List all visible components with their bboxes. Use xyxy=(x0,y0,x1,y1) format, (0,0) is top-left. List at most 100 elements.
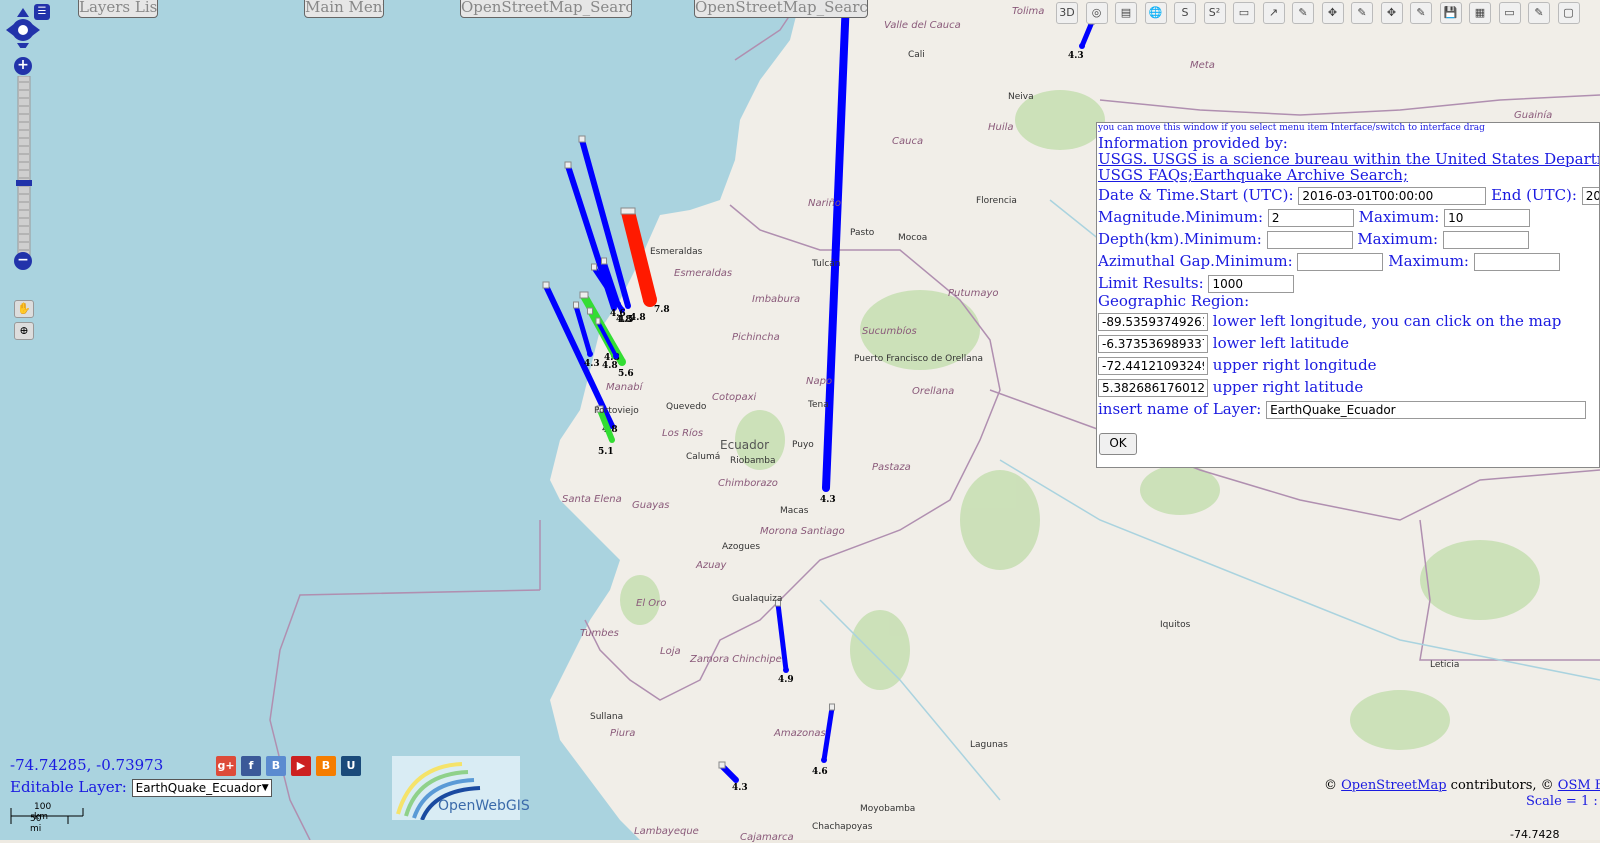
pencil-tool-icon[interactable]: ✎ xyxy=(1528,2,1550,24)
earthquake-column-cap xyxy=(564,161,572,169)
magnitude-max-input[interactable] xyxy=(1444,209,1531,227)
uservoice-icon[interactable]: U xyxy=(341,756,361,776)
print-tool-icon[interactable]: ▤ xyxy=(1115,2,1137,24)
3D-tool-icon[interactable]: 3D xyxy=(1056,2,1078,24)
place-label: Huila xyxy=(988,122,1014,133)
ll-lon-input[interactable] xyxy=(1098,313,1208,331)
date-end-input[interactable] xyxy=(1581,187,1599,205)
ok-button[interactable]: OK xyxy=(1099,433,1137,455)
editable-layer-select[interactable]: EarthQuake_Ecuador ▼ xyxy=(131,779,272,797)
edit-tool-icon[interactable]: ✎ xyxy=(1292,2,1314,24)
limit-label: Limit Results: xyxy=(1098,274,1204,292)
date-start-input[interactable] xyxy=(1298,187,1487,205)
place-label: Napo xyxy=(806,376,833,387)
osm-buildings-link[interactable]: OSM Building xyxy=(1558,778,1600,793)
openwebgis-logo[interactable]: OpenWebGIS xyxy=(392,756,530,820)
ll-lat-label: lower left latitude xyxy=(1212,334,1350,352)
target-tool-icon[interactable]: ◎ xyxy=(1085,2,1108,24)
osm-link[interactable]: OpenStreetMap xyxy=(1341,778,1446,793)
place-label: Leticia xyxy=(1430,660,1460,670)
earthquake-magnitude-label: 4.6 xyxy=(610,309,626,319)
select-tool-icon[interactable]: ▢ xyxy=(1557,2,1580,24)
S2-tool-icon[interactable]: S² xyxy=(1203,2,1226,24)
place-label: Guainía xyxy=(1514,110,1553,121)
place-label: Santa Elena xyxy=(562,494,622,505)
blogger-icon[interactable]: B xyxy=(316,756,336,776)
depth-max-input[interactable] xyxy=(1442,231,1529,249)
corner-coordinate: -74.7428 xyxy=(1510,828,1560,841)
layers-tool-icon[interactable]: ▦ xyxy=(1469,2,1491,24)
place-label: Iquitos xyxy=(1160,620,1191,630)
rect-tool-icon[interactable]: ▭ xyxy=(1498,2,1521,24)
azimuthal-min-input[interactable] xyxy=(1297,253,1384,271)
earthquake-magnitude-label: 4.9 xyxy=(778,675,794,685)
editable-layer-value: EarthQuake_Ecuador xyxy=(135,781,262,795)
earthquake-epicenter xyxy=(609,437,615,443)
place-label: Esmeraldas xyxy=(650,247,703,257)
azimuthal-min-label: Azimuthal Gap.Minimum: xyxy=(1098,252,1293,270)
place-label: Amazonas xyxy=(774,728,826,739)
earthquake-magnitude-label: 4.6 xyxy=(812,767,828,777)
place-label: Zamora Chinchipe xyxy=(690,654,782,665)
earthquake-column-cap xyxy=(579,291,589,299)
place-label: Esmeraldas xyxy=(674,268,733,279)
ll-lat-input[interactable] xyxy=(1098,335,1208,353)
path-tool-icon[interactable]: ↗ xyxy=(1262,2,1285,24)
earthquake-magnitude-label: 4.3 xyxy=(1068,51,1084,61)
move-tool-icon[interactable]: ✥ xyxy=(1321,2,1344,24)
earthquake-magnitude-label: 5.1 xyxy=(598,447,614,457)
layer-name-input[interactable] xyxy=(1266,401,1587,419)
osm-search-button-1[interactable]: OpenStreetMap_Search: xyxy=(460,0,632,18)
place-label: Lambayeque xyxy=(634,826,699,837)
chevron-down-icon: ▼ xyxy=(261,783,269,793)
zoom-out-button[interactable]: − xyxy=(14,252,32,270)
archive-search-link[interactable]: Earthquake Archive Search; xyxy=(1193,166,1408,184)
azimuthal-max-label: Maximum: xyxy=(1388,252,1469,270)
earthquake-epicenter xyxy=(587,351,593,357)
pan-hand-icon[interactable]: ✋ xyxy=(14,300,34,318)
pan-tool-icon[interactable]: ✥ xyxy=(1380,2,1403,24)
google-plus-icon[interactable]: g+ xyxy=(216,756,236,776)
zoom-in-button[interactable]: + xyxy=(14,57,32,75)
place-label: Chimborazo xyxy=(718,478,778,489)
place-label: Guayas xyxy=(632,500,670,511)
earthquake-magnitude-label: 4.8 xyxy=(602,361,618,371)
draw-tool-icon[interactable]: ✎ xyxy=(1351,2,1373,24)
zoom-slider[interactable] xyxy=(16,76,32,256)
earthquake-epicenter xyxy=(822,484,830,492)
main-menu-button[interactable]: Main Menu xyxy=(304,0,384,18)
osm-search-button-2[interactable]: OpenStreetMap_Search: xyxy=(694,0,868,18)
earthquake-column-cap xyxy=(578,135,586,143)
facebook-icon[interactable]: f xyxy=(241,756,261,776)
S-tool-icon[interactable]: S xyxy=(1174,2,1196,24)
zoom-box-icon[interactable]: ⊕ xyxy=(14,322,34,340)
earthquake-epicenter xyxy=(625,303,631,309)
place-label: Riobamba xyxy=(730,456,776,466)
blogger-b-icon[interactable]: B xyxy=(266,756,286,776)
place-label: Manabí xyxy=(606,382,643,393)
earthquake-column-cap xyxy=(829,703,835,711)
place-label: Lagunas xyxy=(970,740,1008,750)
usgs-query-panel[interactable]: you can move this window if you select m… xyxy=(1096,122,1600,468)
globe-tool-icon[interactable]: 🌐 xyxy=(1144,2,1167,24)
depth-max-label: Maximum: xyxy=(1357,230,1439,248)
place-label: Gualaquiza xyxy=(732,594,783,604)
earthquake-magnitude-label: 4.3 xyxy=(732,783,748,793)
usgs-faq-link[interactable]: USGS FAQs; xyxy=(1098,166,1193,184)
save-tool-icon[interactable]: 💾 xyxy=(1439,2,1462,24)
azimuthal-max-input[interactable] xyxy=(1473,253,1560,271)
depth-min-input[interactable] xyxy=(1266,231,1353,249)
ur-lat-input[interactable] xyxy=(1098,379,1208,397)
date-end-label: End (UTC): xyxy=(1491,186,1577,204)
place-label: Macas xyxy=(780,506,809,516)
layer-list-icon[interactable]: ☰ xyxy=(34,4,50,20)
magnitude-min-input[interactable] xyxy=(1267,209,1354,227)
youtube-icon[interactable]: ▶ xyxy=(291,756,311,776)
layers-list-button[interactable]: Layers List xyxy=(78,0,158,18)
cursor-coordinates: -74.74285, -0.73973 xyxy=(10,756,164,774)
ur-lon-input[interactable] xyxy=(1098,357,1208,375)
pen-tool-icon[interactable]: ✎ xyxy=(1410,2,1432,24)
ur-lon-label: upper right longitude xyxy=(1212,356,1377,374)
measure-tool-icon[interactable]: ▭ xyxy=(1233,2,1255,24)
place-label: Chachapoyas xyxy=(812,822,873,832)
